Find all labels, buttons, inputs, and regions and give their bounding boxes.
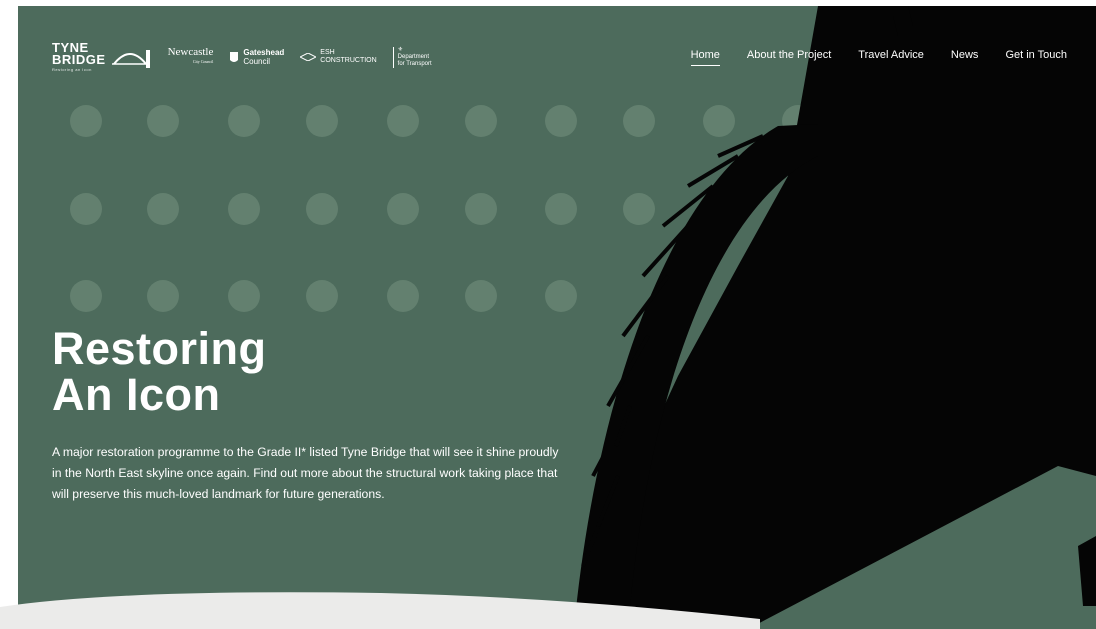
nav-about-the-project[interactable]: About the Project	[747, 49, 831, 66]
dft-logo-line1: Department	[397, 53, 430, 60]
bottom-wave-divider	[0, 592, 760, 629]
newcastle-council-logo: Newcastle City Council	[168, 47, 214, 67]
department-for-transport-logo: ⚜ Department for Transport	[392, 46, 432, 68]
crown-crest-icon: ⚜	[397, 46, 404, 53]
bridge-arch-icon	[111, 50, 150, 68]
newcastle-logo-sub: City Council	[192, 59, 214, 64]
tyne-logo-tagline: Restoring an Icon	[52, 67, 92, 72]
partner-logos: TYNE BRIDGE Restoring an Icon Newcastle …	[52, 41, 432, 72]
nav-home[interactable]: Home	[690, 49, 720, 66]
esh-diamond-icon	[300, 53, 317, 61]
esh-construction-logo: ESH CONSTRUCTION	[300, 49, 377, 65]
gateshead-logo-line1: Gateshead	[243, 48, 285, 57]
nav-travel-advice[interactable]: Travel Advice	[858, 49, 924, 66]
hero-title-line1: Restoring	[52, 323, 267, 374]
hero-section: TYNE BRIDGE Restoring an Icon Newcastle …	[18, 6, 1096, 629]
dft-logo-line2: for Transport	[397, 60, 432, 67]
gateshead-logo-line2: Council	[243, 57, 271, 66]
esh-logo-line2: CONSTRUCTION	[320, 57, 377, 64]
gateshead-council-logo: Gateshead Council	[229, 48, 284, 66]
nav-news[interactable]: News	[951, 49, 979, 66]
esh-logo-line1: ESH	[320, 49, 335, 56]
nav-get-in-touch[interactable]: Get in Touch	[1005, 49, 1067, 66]
hero-title-line2: An Icon	[52, 369, 221, 420]
gateshead-crest-icon	[230, 51, 239, 62]
tyne-bridge-logo[interactable]: TYNE BRIDGE Restoring an Icon	[52, 41, 152, 72]
main-navigation: Home About the Project Travel Advice New…	[690, 49, 1067, 66]
hero-description: A major restoration programme to the Gra…	[52, 445, 559, 501]
hero-title: Restoring An Icon	[52, 326, 267, 418]
tyne-bridge-silhouette	[573, 6, 1096, 629]
tyne-logo-line2: BRIDGE	[52, 52, 106, 67]
